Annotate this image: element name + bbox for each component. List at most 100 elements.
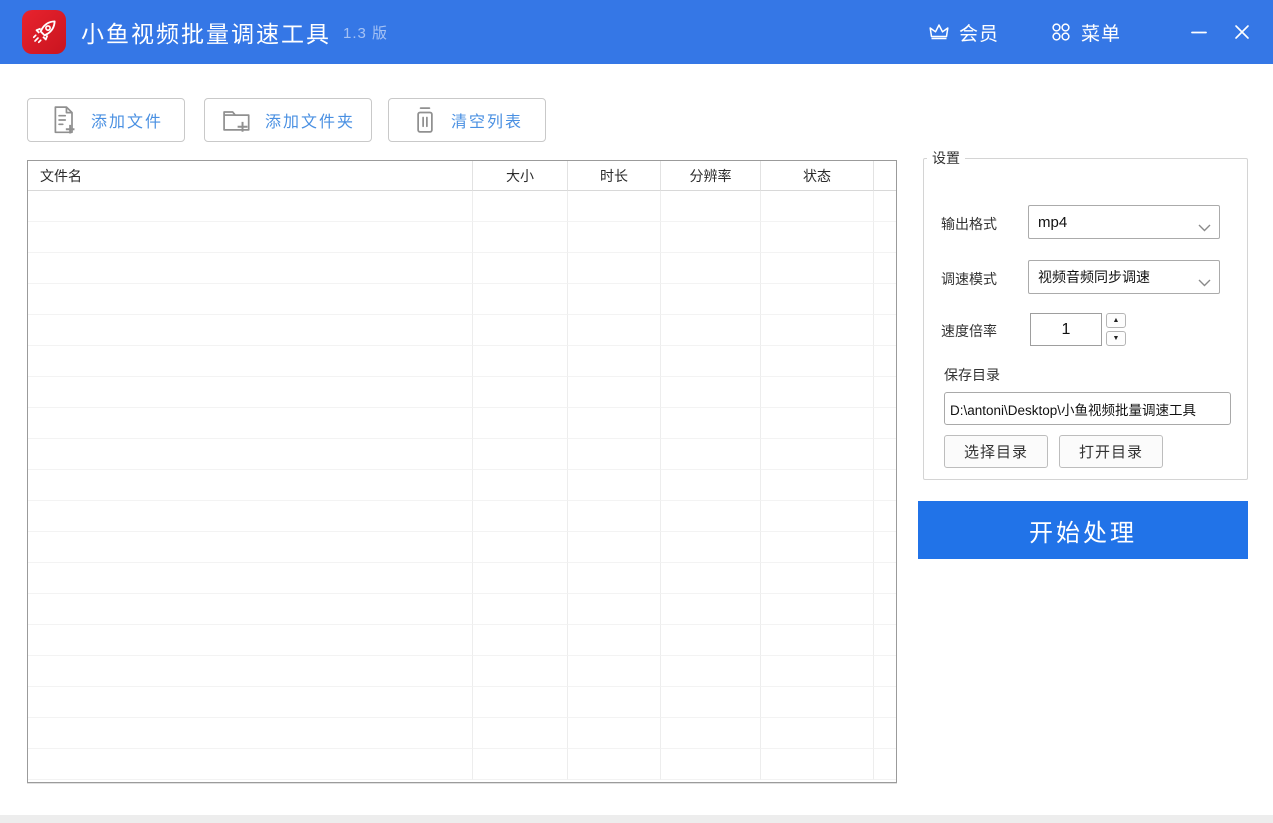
table-cell (661, 749, 761, 780)
table-row (28, 284, 896, 315)
table-cell (661, 253, 761, 284)
table-cell (761, 625, 874, 656)
table-row (28, 439, 896, 470)
table-cell (874, 346, 896, 377)
crown-icon (927, 20, 951, 44)
table-cell (661, 408, 761, 439)
column-header-status[interactable]: 状态 (761, 161, 874, 191)
table-cell (874, 222, 896, 253)
table-cell (874, 532, 896, 563)
table-cell (28, 718, 473, 749)
table-cell (761, 501, 874, 532)
table-cell (874, 191, 896, 222)
spin-down-button[interactable]: ▼ (1106, 331, 1126, 346)
add-file-button[interactable]: 添加文件 (27, 98, 185, 142)
table-cell (568, 346, 661, 377)
table-cell (874, 439, 896, 470)
table-cell (761, 563, 874, 594)
settings-panel: 设置 输出格式 mp4 调速模式 视频音频同步调速 速度倍率 1 ▲ ▼ 保存目… (923, 148, 1248, 480)
file-table[interactable]: 文件名 大小 时长 分辨率 状态 (27, 160, 897, 783)
table-cell (473, 625, 568, 656)
table-cell (28, 470, 473, 501)
table-cell (874, 377, 896, 408)
table-cell (568, 656, 661, 687)
table-cell (473, 439, 568, 470)
choose-dir-button[interactable]: 选择目录 (944, 435, 1048, 468)
minimize-icon (1191, 31, 1207, 34)
table-cell (568, 315, 661, 346)
save-dir-input[interactable]: D:\antoni\Desktop\小鱼视频批量调速工具 (944, 392, 1231, 425)
table-cell (473, 191, 568, 222)
column-header-duration[interactable]: 时长 (568, 161, 661, 191)
speed-mode-value: 视频音频同步调速 (1038, 269, 1150, 285)
table-cell (761, 656, 874, 687)
table-row (28, 346, 896, 377)
column-header-filename[interactable]: 文件名 (28, 161, 473, 191)
table-cell (473, 315, 568, 346)
table-cell (874, 656, 896, 687)
table-cell (661, 656, 761, 687)
table-cell (473, 594, 568, 625)
table-cell (568, 687, 661, 718)
table-cell (28, 687, 473, 718)
open-dir-button[interactable]: 打开目录 (1059, 435, 1163, 468)
menu-button[interactable]: 菜单 (1049, 19, 1121, 46)
trash-icon (417, 107, 433, 133)
clear-list-button[interactable]: 清空列表 (388, 98, 546, 142)
table-cell (473, 687, 568, 718)
close-button[interactable] (1219, 0, 1265, 64)
table-cell (761, 222, 874, 253)
add-folder-button[interactable]: 添加文件夹 (204, 98, 372, 142)
column-header-resolution[interactable]: 分辨率 (661, 161, 761, 191)
spin-up-button[interactable]: ▲ (1106, 313, 1126, 328)
speed-rate-stepper: ▲ ▼ (1106, 313, 1126, 346)
table-row (28, 625, 896, 656)
column-header-spacer (874, 161, 896, 191)
table-cell (761, 594, 874, 625)
table-row (28, 656, 896, 687)
table-cell (473, 408, 568, 439)
folder-plus-icon (223, 111, 250, 132)
app-logo (22, 10, 66, 54)
table-cell (874, 718, 896, 749)
file-plus-icon (54, 106, 75, 134)
start-processing-button[interactable]: 开始处理 (918, 501, 1248, 559)
table-cell (473, 718, 568, 749)
output-format-value: mp4 (1038, 213, 1068, 231)
table-cell (661, 222, 761, 253)
table-cell (473, 749, 568, 780)
table-cell (761, 284, 874, 315)
member-button[interactable]: 会员 (927, 19, 999, 46)
table-cell (661, 594, 761, 625)
table-cell (661, 377, 761, 408)
speed-rate-input[interactable]: 1 (1030, 313, 1102, 346)
output-format-select[interactable]: mp4 (1028, 205, 1220, 239)
table-cell (874, 501, 896, 532)
table-row (28, 191, 896, 222)
table-cell (28, 346, 473, 377)
table-cell (568, 470, 661, 501)
table-cell (661, 687, 761, 718)
table-cell (661, 284, 761, 315)
table-cell (568, 718, 661, 749)
table-cell (568, 222, 661, 253)
table-cell (761, 191, 874, 222)
table-cell (568, 439, 661, 470)
speed-mode-select[interactable]: 视频音频同步调速 (1028, 260, 1220, 294)
table-cell (761, 315, 874, 346)
table-cell (761, 749, 874, 780)
table-row (28, 687, 896, 718)
app-title: 小鱼视频批量调速工具 (81, 21, 331, 47)
table-cell (28, 563, 473, 594)
table-cell (874, 253, 896, 284)
add-file-label: 添加文件 (90, 114, 163, 131)
table-cell (473, 253, 568, 284)
table-cell (761, 408, 874, 439)
grid-menu-icon (1049, 20, 1073, 44)
table-cell (28, 532, 473, 563)
table-cell (568, 594, 661, 625)
minimize-button[interactable] (1179, 0, 1219, 64)
column-header-size[interactable]: 大小 (473, 161, 568, 191)
table-cell (761, 439, 874, 470)
table-cell (28, 656, 473, 687)
